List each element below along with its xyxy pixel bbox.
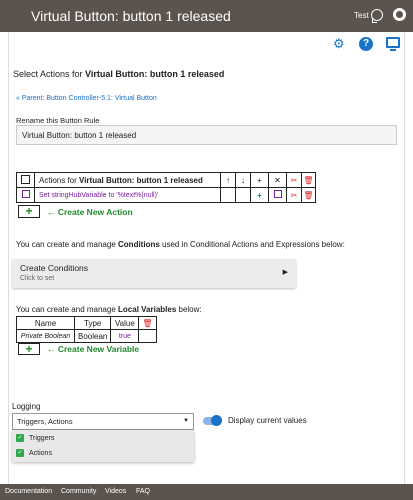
move-up-icon[interactable]: ↑ xyxy=(220,172,236,188)
empty-down-cell xyxy=(235,187,251,203)
checkbox-checked-icon[interactable]: ✓ xyxy=(16,434,24,443)
logging-option-triggers[interactable]: ✓ Triggers xyxy=(16,432,54,446)
conditions-text-suffix: used in Conditional Actions and Expressi… xyxy=(159,240,345,249)
left-divider xyxy=(8,32,9,484)
insert-icon[interactable]: + xyxy=(250,172,269,188)
copy-cell[interactable] xyxy=(16,172,35,188)
variables-header-row: Name Type Value 🗑 xyxy=(16,316,157,330)
create-new-variable-link[interactable]: ← Create New Variable xyxy=(47,344,139,354)
action-select-cell[interactable] xyxy=(16,187,35,203)
var-empty-cell xyxy=(138,329,157,343)
settings-icon[interactable]: ⚙ xyxy=(333,37,347,51)
delete-x-icon[interactable]: ✕ xyxy=(268,172,287,188)
insert-after-icon[interactable]: + xyxy=(250,187,269,203)
parent-link[interactable]: « Parent: Button Controller-5.1: Virtual… xyxy=(16,95,157,102)
select-actions-heading: Select Actions for Virtual Button: butto… xyxy=(13,69,224,79)
copy-icon[interactable] xyxy=(21,174,30,184)
create-conditions-sub: Click to set xyxy=(20,275,55,282)
var-type[interactable]: Boolean xyxy=(73,329,112,343)
var-trash-icon[interactable]: 🗑 xyxy=(138,316,157,330)
create-conditions-button[interactable]: Create Conditions Click to set ▶ xyxy=(12,259,296,288)
variables-table: Name Type Value 🗑 Private Boolean Boolea… xyxy=(16,316,157,343)
footer-link-documentation[interactable]: Documentation xyxy=(5,488,52,495)
actions-header-row: Actions for Virtual Button: button 1 rel… xyxy=(16,172,316,188)
variables-text-suffix: below: xyxy=(176,305,202,314)
logging-select[interactable]: Triggers, Actions ▼ xyxy=(12,413,194,430)
right-divider xyxy=(404,32,405,484)
help-icon[interactable]: ? xyxy=(359,37,373,51)
actions-header-rule: Virtual Button: button 1 released xyxy=(79,175,203,185)
logging-label: Logging xyxy=(12,402,41,411)
rename-label: Rename this Button Rule xyxy=(16,116,100,125)
top-bar: Virtual Button: button 1 released Test xyxy=(0,0,413,32)
edit-cell[interactable] xyxy=(268,187,287,203)
add-action-button[interactable]: + xyxy=(18,205,40,218)
actions-table: Actions for Virtual Button: button 1 rel… xyxy=(16,172,316,203)
logging-option-label: Triggers xyxy=(29,435,55,442)
variables-text-bold: Local Variables xyxy=(118,305,177,314)
variables-text: You can create and manage Local Variable… xyxy=(16,305,202,314)
var-name-header: Name xyxy=(16,316,75,330)
move-down-icon[interactable]: ↓ xyxy=(235,172,251,188)
actions-header: Actions for Virtual Button: button 1 rel… xyxy=(34,172,221,188)
toggle-knob[interactable] xyxy=(211,415,222,426)
chevron-down-icon: ▼ xyxy=(183,418,189,424)
select-actions-prefix: Select Actions for xyxy=(13,69,86,79)
display-current-values-label: Display current values xyxy=(228,416,307,425)
action-checkbox[interactable] xyxy=(21,190,30,198)
conditions-text: You can create and manage Conditions use… xyxy=(16,240,345,249)
action-row[interactable]: Set stringHubVariable to '%text%(null)' … xyxy=(16,187,316,203)
conditions-text-prefix: You can create and manage xyxy=(16,240,119,249)
delete-row-icon[interactable]: 🗑 xyxy=(301,187,316,203)
user-name[interactable]: Test xyxy=(354,11,369,20)
variable-row[interactable]: Private Boolean Boolean true xyxy=(16,329,157,343)
trash-icon[interactable]: 🗑 xyxy=(301,172,316,188)
cut-icon[interactable]: ✂ xyxy=(286,187,302,203)
actions-header-prefix: Actions for xyxy=(39,175,80,185)
select-actions-rule-name: Virtual Button: button 1 released xyxy=(85,69,225,79)
logging-dropdown: ✓ Triggers ✓ Actions xyxy=(12,430,194,462)
gear-icon[interactable] xyxy=(393,8,406,21)
monitor-icon[interactable] xyxy=(386,37,400,51)
footer-link-community[interactable]: Community xyxy=(61,488,96,495)
footer-link-faq[interactable]: FAQ xyxy=(136,488,150,495)
footer-link-videos[interactable]: Videos xyxy=(105,488,126,495)
variables-text-prefix: You can create and manage xyxy=(16,305,119,314)
checkbox-checked-icon[interactable]: ✓ xyxy=(16,449,24,458)
rename-input[interactable] xyxy=(16,125,397,145)
page-title: Virtual Button: button 1 released xyxy=(31,8,231,24)
logging-selected-value: Triggers, Actions xyxy=(17,417,73,426)
scissors-icon[interactable]: ✂ xyxy=(286,172,302,188)
create-new-action-link[interactable]: ← Create New Action xyxy=(47,207,133,217)
conditions-text-bold: Conditions xyxy=(118,240,160,249)
empty-up-cell xyxy=(220,187,236,203)
create-conditions-label: Create Conditions xyxy=(20,263,89,273)
display-current-values-toggle[interactable] xyxy=(203,415,222,426)
var-name[interactable]: Private Boolean xyxy=(16,329,75,343)
var-value-header: Value xyxy=(110,316,140,330)
var-type-header: Type xyxy=(73,316,112,330)
edit-icon[interactable] xyxy=(273,190,282,198)
add-variable-button[interactable]: + xyxy=(18,343,40,355)
var-value[interactable]: true xyxy=(110,329,140,343)
footer: Documentation Community Videos FAQ xyxy=(0,484,413,500)
action-text[interactable]: Set stringHubVariable to '%text%(null)' xyxy=(34,187,221,203)
logging-option-actions[interactable]: ✓ Actions xyxy=(16,447,52,461)
chat-icon[interactable] xyxy=(371,9,383,23)
logging-option-label: Actions xyxy=(29,450,52,457)
chevron-right-icon: ▶ xyxy=(282,269,288,276)
